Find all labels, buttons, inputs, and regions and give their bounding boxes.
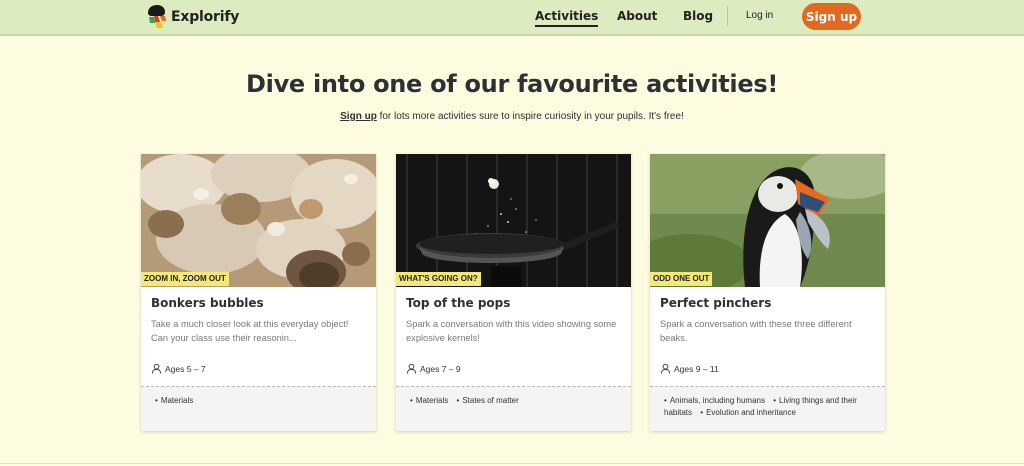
person-icon <box>406 363 417 374</box>
topic-item: Animals, including humans <box>664 396 765 405</box>
login-link[interactable]: Log in <box>746 10 773 21</box>
activity-card-perfect-pinchers[interactable]: ODD ONE OUT Perfect pinchers Spark a con… <box>650 154 885 431</box>
card-image-puffin[interactable] <box>650 154 885 287</box>
topic-item: Materials <box>155 396 193 405</box>
ages-label: Ages 5 – 7 <box>165 363 206 374</box>
card-ages: Ages 5 – 7 <box>151 363 206 374</box>
card-ages: Ages 9 – 11 <box>660 363 719 374</box>
brand-logo[interactable]: Explorify <box>146 4 239 30</box>
activity-card-top-of-the-pops[interactable]: WHAT'S GOING ON? Top of the pops Spark a… <box>396 154 631 431</box>
explorify-logo-icon <box>146 4 168 30</box>
card-category-tag: ODD ONE OUT <box>650 272 713 286</box>
signup-button[interactable]: Sign up <box>802 3 861 30</box>
card-topics: Animals, including humans Living things … <box>650 386 885 431</box>
card-topics: Materials States of matter <box>396 386 631 431</box>
topic-item: Evolution and inheritance <box>700 408 796 417</box>
card-image-bubbles[interactable] <box>141 154 376 287</box>
ages-label: Ages 7 – 9 <box>420 363 461 374</box>
person-icon <box>151 363 162 374</box>
card-ages: Ages 7 – 9 <box>406 363 461 374</box>
card-description: Spark a conversation with this video sho… <box>406 319 617 343</box>
card-topics: Materials <box>141 386 376 431</box>
card-category-tag: ZOOM IN, ZOOM OUT <box>141 272 229 286</box>
card-category-tag: WHAT'S GOING ON? <box>396 272 481 286</box>
card-description: Take a much closer look at this everyday… <box>151 319 349 343</box>
top-nav: Explorify Activities About Blog Log in S… <box>0 0 1024 36</box>
person-icon <box>660 363 671 374</box>
hero-signup-link[interactable]: Sign up <box>340 111 377 122</box>
nav-divider <box>727 6 728 26</box>
nav-blog[interactable]: Blog <box>683 9 713 23</box>
activity-card-bonkers-bubbles[interactable]: ZOOM IN, ZOOM OUT Bonkers bubbles Take a… <box>141 154 376 431</box>
card-title[interactable]: Top of the pops <box>406 296 510 310</box>
card-description: Spark a conversation with these three di… <box>660 319 852 343</box>
brand-name: Explorify <box>171 9 240 25</box>
page-bottom-divider <box>0 463 1024 464</box>
card-image-popcorn-pan[interactable] <box>396 154 631 287</box>
nav-activities[interactable]: Activities <box>535 9 599 27</box>
topic-item: Materials <box>410 396 448 405</box>
ages-label: Ages 9 – 11 <box>674 363 719 374</box>
page-title: Dive into one of our favourite activitie… <box>246 70 778 98</box>
card-title[interactable]: Bonkers bubbles <box>151 296 264 310</box>
hero-subtitle-text: for lots more activities sure to inspire… <box>376 111 684 122</box>
card-title[interactable]: Perfect pinchers <box>660 296 771 310</box>
topic-item: States of matter <box>457 396 519 405</box>
nav-about[interactable]: About <box>617 9 657 23</box>
hero-subtitle: Sign up for lots more activities sure to… <box>0 111 1024 122</box>
